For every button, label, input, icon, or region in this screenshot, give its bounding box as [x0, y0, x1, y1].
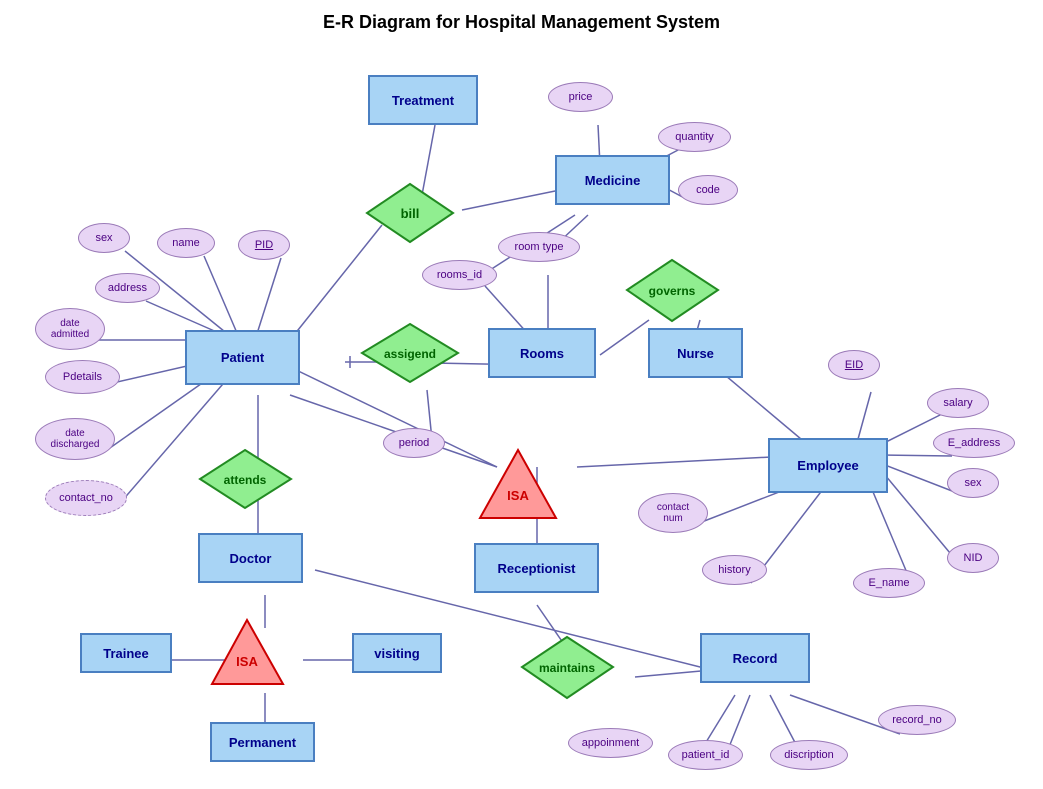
assigend-diamond: assigend [360, 322, 460, 384]
quantity-attr: quantity [658, 122, 731, 152]
period-attr: period [383, 428, 445, 458]
attends-diamond: attends [198, 448, 293, 510]
bill-diamond: bill [365, 182, 455, 244]
date-discharged-attr: datedischarged [35, 418, 115, 460]
sex-emp-attr: sex [947, 468, 999, 498]
governs-diamond: governs [625, 258, 720, 323]
date-admitted-attr: dateadmitted [35, 308, 105, 350]
contact-num-attr: contactnum [638, 493, 708, 533]
receptionist-entity: Receptionist [474, 543, 599, 593]
record-no-attr: record_no [878, 705, 956, 735]
svg-text:maintains: maintains [539, 661, 595, 675]
svg-text:ISA: ISA [236, 654, 258, 669]
diagram-title: E-R Diagram for Hospital Management Syst… [0, 12, 1043, 33]
trainee-entity: Trainee [80, 633, 172, 673]
history-attr: history [702, 555, 767, 585]
address-attr: address [95, 273, 160, 303]
nid-attr: NID [947, 543, 999, 573]
isa-employee-triangle: ISA [478, 448, 558, 520]
treatment-entity: Treatment [368, 75, 478, 125]
svg-text:ISA: ISA [507, 488, 529, 503]
svg-text:governs: governs [649, 284, 696, 298]
diagram-container: E-R Diagram for Hospital Management Syst… [0, 0, 1043, 789]
nurse-entity: Nurse [648, 328, 743, 378]
patient-entity: Patient [185, 330, 300, 385]
employee-entity: Employee [768, 438, 888, 493]
pid-attr: PID [238, 230, 290, 260]
room-type-attr: room type [498, 232, 580, 262]
rooms-id-attr: rooms_id [422, 260, 497, 290]
e-address-attr: E_address [933, 428, 1015, 458]
svg-text:assigend: assigend [384, 347, 436, 361]
medicine-entity: Medicine [555, 155, 670, 205]
contact-no-attr: contact_no [45, 480, 127, 516]
price-attr: price [548, 82, 613, 112]
code-attr: code [678, 175, 738, 205]
isa-doctor-triangle: ISA [210, 618, 285, 686]
discription-attr: discription [770, 740, 848, 770]
eid-attr: EID [828, 350, 880, 380]
rooms-entity: Rooms [488, 328, 596, 378]
record-entity: Record [700, 633, 810, 683]
maintains-diamond: maintains [520, 635, 615, 700]
sex-patient-attr: sex [78, 223, 130, 253]
name-attr: name [157, 228, 215, 258]
svg-text:attends: attends [224, 473, 267, 487]
salary-attr: salary [927, 388, 989, 418]
doctor-entity: Doctor [198, 533, 303, 583]
appoinment-attr: appoinment [568, 728, 653, 758]
svg-text:bill: bill [401, 206, 420, 221]
patient-id-attr: patient_id [668, 740, 743, 770]
pdetails-attr: Pdetails [45, 360, 120, 394]
e-name-attr: E_name [853, 568, 925, 598]
visiting-entity: visiting [352, 633, 442, 673]
permanent-entity: Permanent [210, 722, 315, 762]
